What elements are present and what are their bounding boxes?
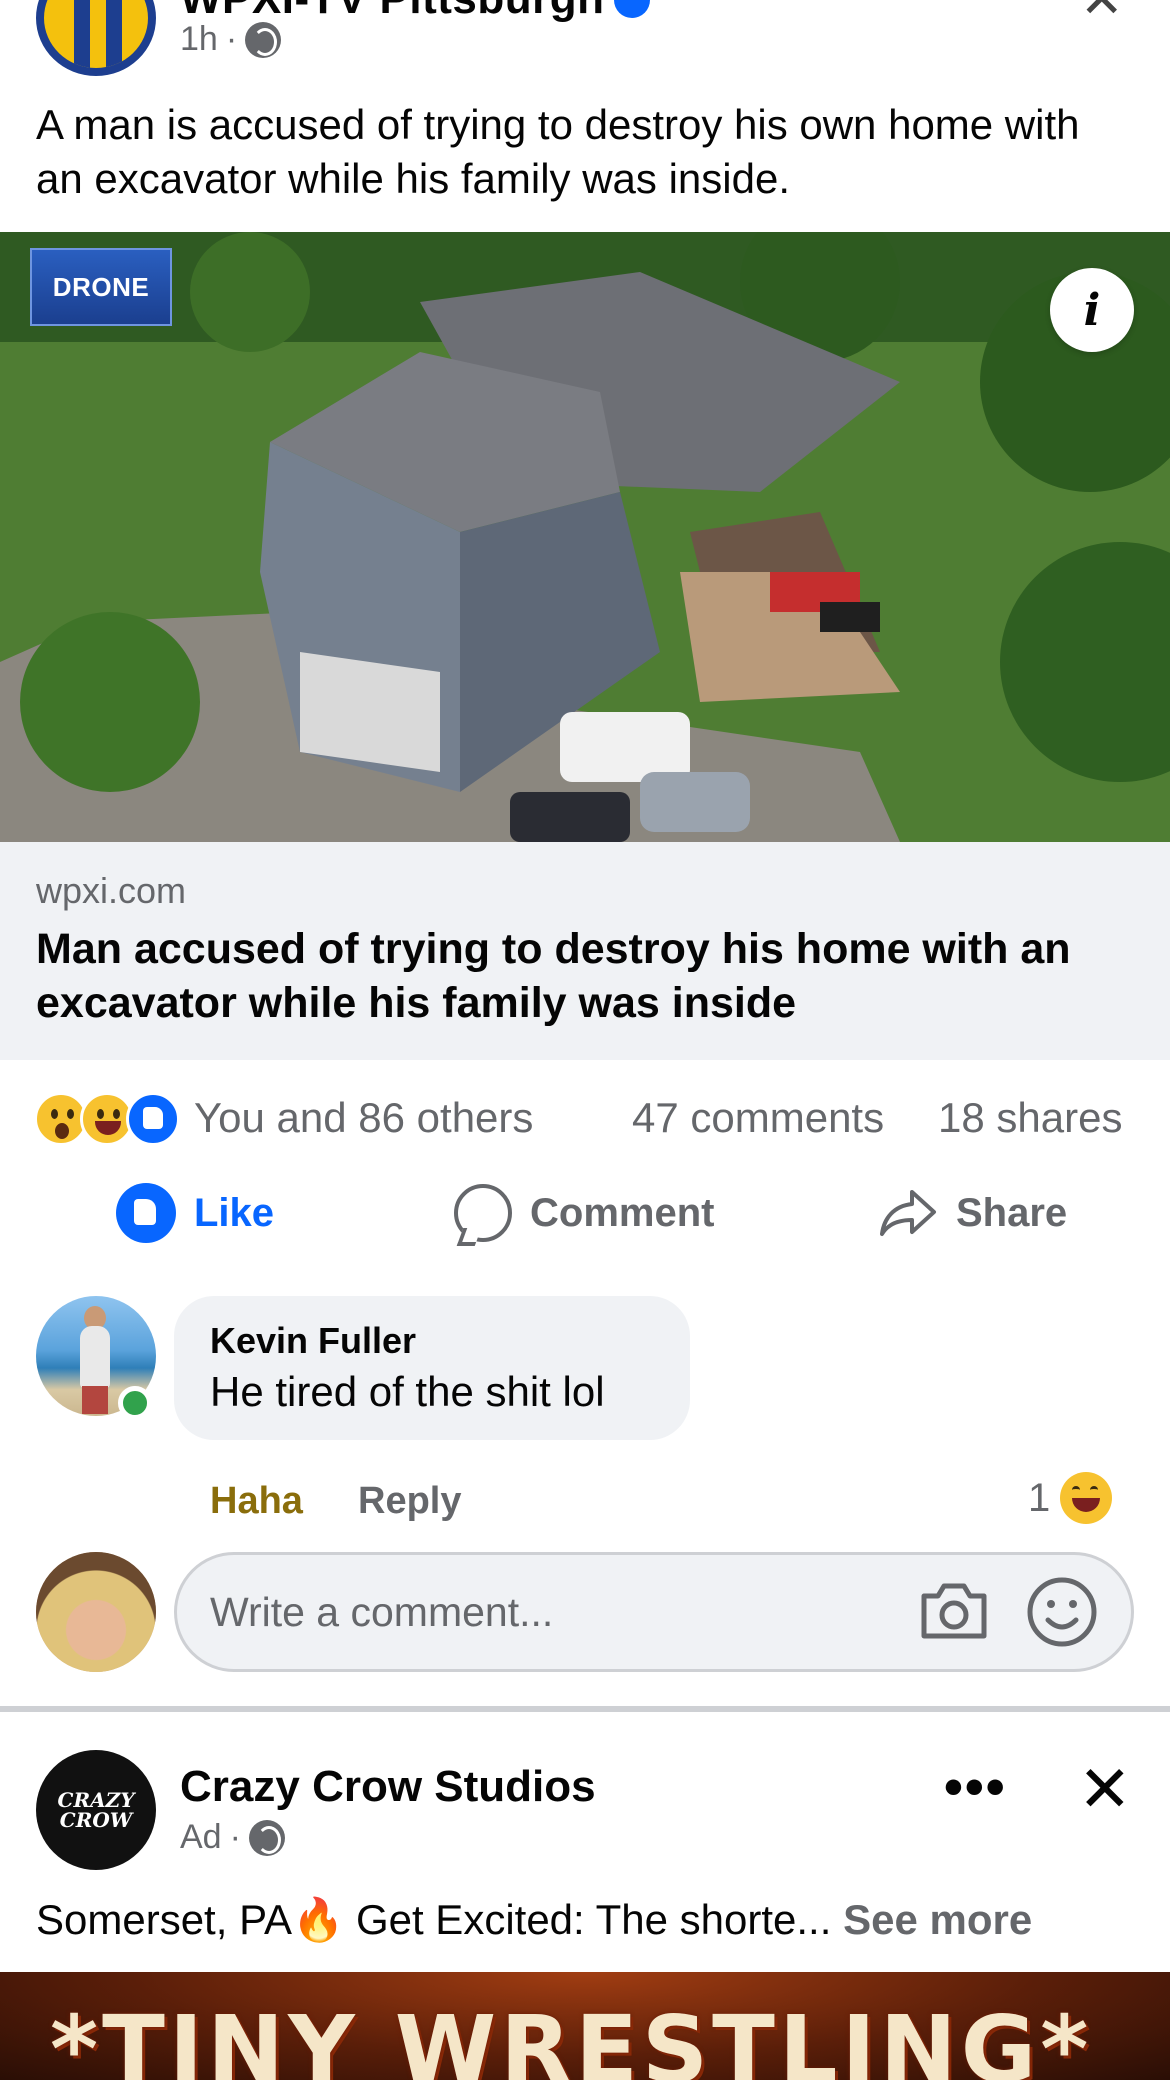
meta-separator: · (229, 1818, 241, 1856)
comment-reaction-count[interactable]: 1 (1028, 1476, 1050, 1521)
shares-count[interactable]: 18 shares (938, 1094, 1122, 1142)
post-text: A man is accused of trying to destroy hi… (36, 101, 1080, 202)
comment-button[interactable]: Comment (454, 1178, 714, 1248)
reactions-summary[interactable]: You and 86 others (194, 1094, 533, 1142)
ad-banner-text: *TINY WRESTLING* (50, 1996, 1093, 2080)
drone-badge-label: DRONE (52, 271, 150, 302)
like-icon (116, 1183, 176, 1243)
advertiser-name[interactable]: Crazy Crow Studios (180, 1762, 596, 1812)
verified-badge-icon (614, 0, 650, 18)
comment-haha-button[interactable]: Haha (210, 1480, 303, 1523)
share-icon (880, 1190, 936, 1236)
post-meta: 1h · (180, 20, 282, 59)
ad-meta: Ad · (180, 1818, 285, 1857)
share-label: Share (956, 1190, 1068, 1235)
globe-icon (248, 1819, 285, 1856)
post-time[interactable]: 1h (180, 20, 218, 59)
ad-label: Ad (180, 1818, 222, 1856)
more-options-icon[interactable]: ••• (944, 1756, 1007, 1818)
commenter-name[interactable]: Kevin Fuller (210, 1320, 416, 1362)
ad-text-body: Somerset, PA🔥 Get Excited: The shorte... (36, 1896, 832, 1943)
like-button[interactable]: Like (116, 1178, 274, 1248)
online-status-dot (118, 1386, 152, 1420)
ad-text: Somerset, PA🔥 Get Excited: The shorte...… (36, 1896, 1032, 1945)
comment-label: Comment (530, 1190, 715, 1235)
meta-separator: · (225, 20, 238, 58)
camera-icon[interactable] (918, 1580, 990, 1642)
globe-icon (245, 21, 282, 58)
comment-input[interactable] (210, 1582, 870, 1642)
link-title[interactable]: Man accused of trying to destroy his hom… (36, 922, 1146, 1030)
comment-text: He tired of the shit lol (210, 1368, 605, 1415)
advertiser-avatar[interactable]: CRAZY CROW (36, 1750, 156, 1870)
close-icon[interactable]: ✕ (1078, 1752, 1132, 1827)
link-domain: wpxi.com (36, 870, 187, 911)
logo-line-2: CROW (59, 1808, 133, 1832)
my-avatar[interactable] (36, 1552, 156, 1672)
post-image[interactable] (0, 232, 1170, 842)
comment-reply-button[interactable]: Reply (358, 1480, 461, 1523)
share-button[interactable]: Share (878, 1178, 1067, 1248)
like-reaction-icon (126, 1092, 180, 1146)
close-icon[interactable]: ✕ (1080, 0, 1124, 30)
drone-badge: DRONE (30, 248, 172, 326)
haha-reaction-icon (1060, 1472, 1112, 1524)
page-avatar[interactable] (36, 0, 156, 76)
see-more-link[interactable]: See more (843, 1896, 1032, 1943)
reaction-icons[interactable] (34, 1092, 184, 1146)
comment-icon (454, 1184, 512, 1242)
post-divider (0, 1706, 1170, 1712)
emoji-icon[interactable] (1026, 1576, 1098, 1648)
aerial-house-photo (0, 232, 1170, 842)
info-icon[interactable]: i (1050, 268, 1134, 352)
like-label: Like (194, 1190, 275, 1235)
logo-line-1: CRAZY (57, 1788, 135, 1812)
comments-count[interactable]: 47 comments (632, 1094, 884, 1142)
